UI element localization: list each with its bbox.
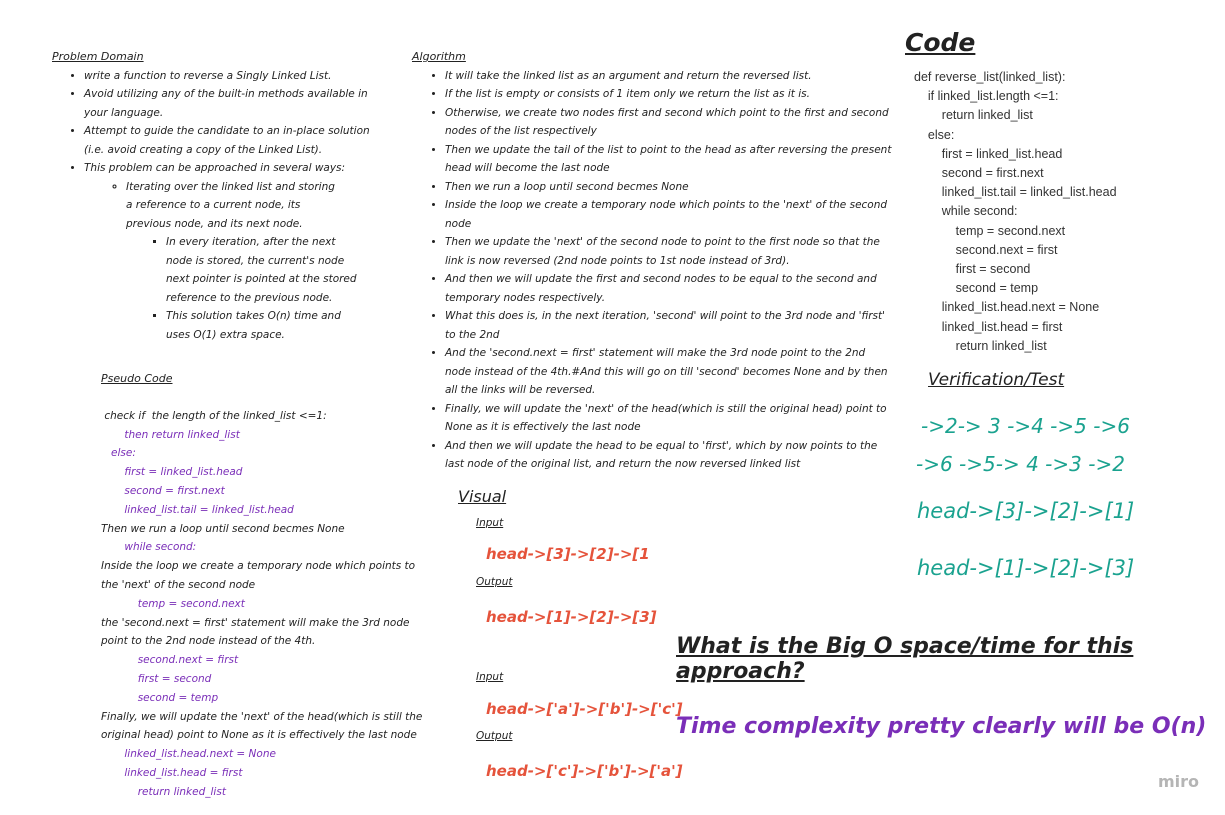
verification-line: head->[3]->[2]->[1] <box>917 499 1135 523</box>
list-item: And the 'second.next = first' statement … <box>445 344 892 400</box>
code-line: first = second <box>914 262 1031 277</box>
input-label: Input <box>476 517 504 529</box>
list-item: Then we update the 'next' of the second … <box>445 233 892 270</box>
pseudo-line: first = second <box>101 672 212 685</box>
pseudo-line: temp = second.next <box>101 597 245 610</box>
pseudo-line: linked_list.head.next = None <box>101 748 276 761</box>
pseudo-line: first = linked_list.head <box>101 466 243 479</box>
pseudo-code-section: Pseudo Code check if the length of the l… <box>101 370 423 802</box>
list-item: It will take the linked list as an argum… <box>445 67 892 86</box>
pseudo-code-title: Pseudo Code <box>101 372 173 385</box>
list-item-text: Iterating over the linked list and stori… <box>126 180 335 230</box>
list-item: Then we update the tail of the list to p… <box>445 141 892 178</box>
code-line: second = first.next <box>914 166 1044 181</box>
big-o-question: What is the Big O space/time for this ap… <box>676 634 1134 684</box>
code-title: Code <box>905 28 976 57</box>
list-item: If the list is empty or consists of 1 it… <box>445 85 892 104</box>
pseudo-line: Then we run a loop until second becmes N… <box>101 522 345 535</box>
pseudo-line: linked_list.head = first <box>101 766 243 779</box>
code-line: if linked_list.length <=1: <box>914 89 1059 104</box>
code-line: linked_list.tail = linked_list.head <box>914 185 1117 200</box>
code-block: def reverse_list(linked_list): if linked… <box>914 68 1117 356</box>
pseudo-line: then return linked_list <box>101 428 240 441</box>
list-item: In every iteration, after the next node … <box>166 233 361 307</box>
list-item: What this does is, in the next iteration… <box>445 307 892 344</box>
code-line: return linked_list <box>914 108 1033 123</box>
problem-domain-section: Problem Domain write a function to rever… <box>52 48 382 344</box>
big-o-answer: Time complexity pretty clearly will be O… <box>676 714 1207 739</box>
visual-input-2: head->['a']->['b']->['c'] <box>486 700 683 718</box>
verification-title: Verification/Test <box>928 370 1065 390</box>
visual-output-2: head->['c']->['b']->['a'] <box>486 762 683 780</box>
list-item: Attempt to guide the candidate to an in-… <box>84 122 382 159</box>
code-line: linked_list.head = first <box>914 319 1063 334</box>
code-line: def reverse_list(linked_list): <box>914 70 1066 84</box>
pseudo-line: the 'second.next = first' statement will… <box>101 616 410 629</box>
list-item: And then we will update the first and se… <box>445 270 892 307</box>
list-item: Finally, we will update the 'next' of th… <box>445 400 892 437</box>
pseudo-line: second.next = first <box>101 654 239 667</box>
pseudo-line: point to the 2nd node instead of the 4th… <box>101 635 316 648</box>
pseudo-line: return linked_list <box>101 785 226 798</box>
pseudo-line: linked_list.tail = linked_list.head <box>101 503 294 516</box>
pseudo-line: original head) point to None as it is ef… <box>101 729 417 742</box>
input-label: Input <box>476 671 504 683</box>
list-item: write a function to reverse a Singly Lin… <box>84 67 382 86</box>
visual-input-1: head->[3]->[2]->[1 <box>486 545 650 563</box>
list-item: This solution takes O(n) time and uses O… <box>166 307 361 344</box>
pseudo-line: second = first.next <box>101 484 225 497</box>
visual-title: Visual <box>458 487 507 506</box>
list-item: Iterating over the linked list and stori… <box>126 178 357 345</box>
algorithm-title: Algorithm <box>412 50 466 63</box>
code-line: return linked_list <box>914 338 1047 353</box>
output-label: Output <box>476 576 513 588</box>
pseudo-line: Inside the loop we create a temporary no… <box>101 560 416 573</box>
code-line: else: <box>914 127 955 142</box>
list-item: Then we run a loop until second becmes N… <box>445 178 892 197</box>
visual-output-1: head->[1]->[2]->[3] <box>486 608 657 626</box>
code-line: second = temp <box>914 281 1039 296</box>
pseudo-line: else: <box>101 447 136 460</box>
pseudo-line: second = temp <box>101 691 219 704</box>
pseudo-line: the 'next' of the second node <box>101 578 256 591</box>
verification-line: head->[1]->[2]->[3] <box>917 556 1135 580</box>
output-label: Output <box>476 730 513 742</box>
problem-list: write a function to reverse a Singly Lin… <box>52 67 382 345</box>
sub-list: Iterating over the linked list and stori… <box>84 178 382 345</box>
verification-line: ->6 ->5-> 4 ->3 ->2 <box>916 452 1125 476</box>
algorithm-list: It will take the linked list as an argum… <box>412 67 892 474</box>
pseudo-line: while second: <box>101 541 197 554</box>
list-item-text: This problem can be approached in severa… <box>84 162 346 174</box>
list-item: This problem can be approached in severa… <box>84 159 382 344</box>
list-item: Otherwise, we create two nodes first and… <box>445 104 892 141</box>
code-line: second.next = first <box>914 242 1058 257</box>
list-item: Avoid utilizing any of the built-in meth… <box>84 85 382 122</box>
code-line: first = linked_list.head <box>914 146 1063 161</box>
sub-sub-list: In every iteration, after the next node … <box>126 233 357 344</box>
miro-logo: miro <box>1158 772 1200 791</box>
list-item: And then we will update the head to be e… <box>445 437 892 474</box>
list-item: Inside the loop we create a temporary no… <box>445 196 892 233</box>
code-line: linked_list.head.next = None <box>914 300 1100 315</box>
pseudo-line: Finally, we will update the 'next' of th… <box>101 710 423 723</box>
code-line: while second: <box>914 204 1018 219</box>
verification-line: ->2-> 3 ->4 ->5 ->6 <box>921 414 1130 438</box>
problem-domain-title: Problem Domain <box>52 50 144 63</box>
algorithm-section: Algorithm It will take the linked list a… <box>412 48 892 474</box>
pseudo-line: check if the length of the linked_list <… <box>101 409 327 422</box>
code-line: temp = second.next <box>914 223 1066 238</box>
